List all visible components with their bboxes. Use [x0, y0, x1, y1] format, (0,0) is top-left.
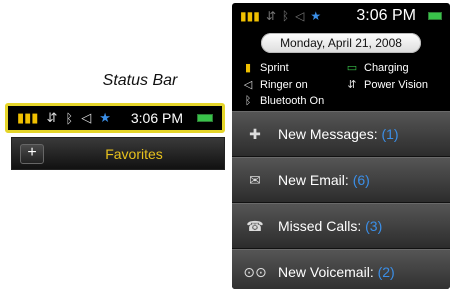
notifications-menu: ✚ New Messages: (1) ✉ New Email: (6) ☎ M… — [232, 111, 450, 289]
menu-item-count: (6) — [352, 172, 370, 188]
sprint-signal-icon: ▮ — [244, 62, 252, 74]
battery-icon — [428, 12, 442, 20]
charging-icon: ▭ — [346, 62, 358, 74]
ringer-icon: ◁ — [243, 79, 253, 91]
battery-icon — [197, 114, 213, 122]
power-vision-label: Power Vision — [364, 78, 428, 91]
charging-label: Charging — [364, 61, 409, 74]
menu-item-text: New Email: — [278, 172, 349, 188]
info-bluetooth: ᛒ Bluetooth On — [242, 95, 440, 107]
signal-bars-icon: ▮▮▮ — [17, 110, 39, 125]
star-icon: ★ — [99, 110, 111, 125]
favorites-header: + Favorites — [11, 137, 225, 170]
bluetooth-icon: ᛒ — [244, 95, 252, 107]
menu-item-label: New Voicemail: (2) — [278, 264, 450, 280]
status-info-grid: ▮ Sprint ▭ Charging ◁ Ringer on ⇵ Power … — [232, 53, 450, 108]
add-favorite-button[interactable]: + — [20, 143, 44, 164]
menu-item-label: New Email: (6) — [278, 172, 450, 188]
menu-item-count: (1) — [381, 126, 399, 142]
status-bar-callout: ▮▮▮ ⇵ ᛒ ◁ ★ 3:06 PM + Favorites — [5, 103, 231, 173]
mini-status-time: 3:06 PM — [130, 110, 183, 126]
menu-item-new-email[interactable]: ✉ New Email: (6) — [232, 157, 450, 203]
info-sprint: ▮ Sprint — [242, 61, 336, 75]
menu-item-label: Missed Calls: (3) — [278, 218, 450, 234]
message-icon: ✚ — [249, 125, 261, 142]
menu-item-missed-calls[interactable]: ☎ Missed Calls: (3) — [232, 203, 450, 249]
menu-item-text: New Messages: — [278, 126, 378, 142]
info-charging: ▭ Charging — [346, 61, 440, 75]
bluetooth-icon: ᛒ — [65, 110, 74, 126]
ringer-label: Ringer on — [260, 78, 308, 91]
menu-item-text: Missed Calls: — [278, 218, 362, 234]
missed-calls-icon: ☎ — [246, 217, 264, 234]
date-pill: Monday, April 21, 2008 — [261, 33, 421, 53]
speaker-icon: ◁ — [295, 9, 305, 23]
phone-status-time: 3:06 PM — [356, 7, 416, 24]
bluetooth-label: Bluetooth On — [260, 95, 325, 107]
power-vision-icon: ⇵ — [46, 110, 58, 125]
favorites-label: Favorites — [105, 145, 163, 162]
info-ringer: ◁ Ringer on — [242, 78, 336, 92]
phone-status-bar: ▮▮▮ ⇵ ᛒ ◁ ★ 3:06 PM — [232, 3, 450, 29]
email-icon: ✉ — [249, 171, 261, 188]
phone-screen: ▮▮▮ ⇵ ᛒ ◁ ★ 3:06 PM Monday, April 21, 20… — [232, 3, 450, 289]
voicemail-icon: ⊙⊙ — [243, 263, 267, 280]
menu-item-count: (3) — [365, 218, 383, 234]
menu-item-label: New Messages: (1) — [278, 126, 450, 142]
menu-item-count: (2) — [377, 264, 395, 280]
menu-item-new-voicemail[interactable]: ⊙⊙ New Voicemail: (2) — [232, 249, 450, 289]
power-vision-icon: ⇵ — [347, 79, 357, 91]
status-bar-frame: ▮▮▮ ⇵ ᛒ ◁ ★ 3:06 PM — [5, 103, 225, 133]
menu-item-new-messages[interactable]: ✚ New Messages: (1) — [232, 111, 450, 157]
bluetooth-icon: ᛒ — [281, 9, 290, 23]
status-bar-title: Status Bar — [102, 72, 178, 89]
star-icon: ★ — [310, 9, 322, 23]
speaker-icon: ◁ — [81, 110, 92, 125]
signal-bars-icon: ▮▮▮ — [240, 9, 260, 23]
info-power-vision: ⇵ Power Vision — [346, 78, 440, 92]
menu-item-text: New Voicemail: — [278, 264, 374, 280]
power-vision-icon: ⇵ — [265, 9, 276, 23]
sprint-label: Sprint — [260, 61, 289, 74]
mini-status-bar: ▮▮▮ ⇵ ᛒ ◁ ★ 3:06 PM — [11, 109, 219, 127]
